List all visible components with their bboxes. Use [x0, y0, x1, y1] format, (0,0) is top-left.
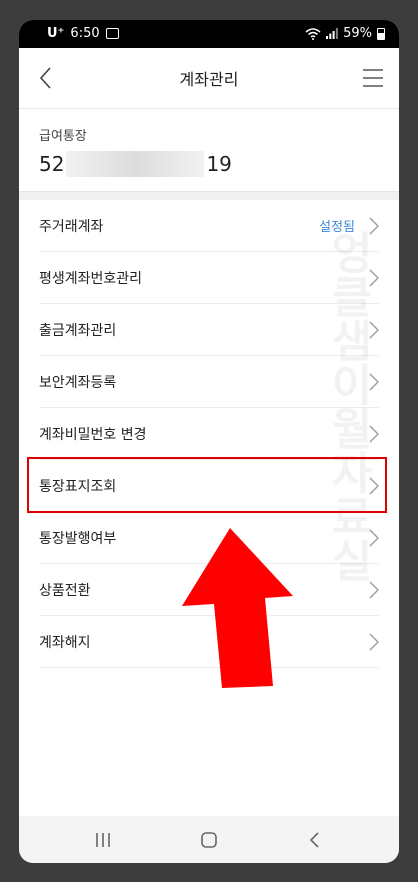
page-title: 계좌관리 [179, 70, 239, 89]
watermark: 엉클샘이월자료실 [322, 230, 373, 582]
wifi-icon [305, 27, 321, 40]
account-number-suffix: 19 [206, 152, 232, 176]
highlight-box [27, 457, 387, 513]
menu-item-label: 상품전환 [39, 583, 91, 599]
signal-icon [326, 28, 338, 39]
account-number-mask [66, 151, 205, 177]
gallery-notification-icon [105, 28, 119, 39]
chevron-right-icon [369, 633, 379, 651]
battery-icon [377, 27, 385, 40]
menu-item-label: 계좌비밀번호 변경 [39, 427, 147, 443]
account-number: 52 19 [39, 151, 232, 177]
hamburger-icon [363, 69, 383, 87]
home-icon[interactable] [197, 828, 221, 852]
menu-item-label: 보안계좌등록 [39, 375, 117, 391]
battery-percent: 59% [343, 26, 372, 41]
system-nav-bar [19, 816, 399, 863]
menu-item-label: 계좌해지 [39, 635, 91, 651]
menu-item-label: 주거래계좌 [39, 219, 104, 235]
menu-item-label: 통장발행여부 [39, 531, 117, 547]
account-name: 급여통장 [39, 129, 87, 144]
menu-button[interactable] [359, 64, 387, 92]
phone-screen: U⁺ 6:50 59% 계좌관리 급여통장 52 19 주거래계좌 설정됨 평생… [19, 20, 399, 863]
carrier-label: U⁺ [47, 26, 65, 41]
account-summary: 급여통장 52 19 [19, 109, 399, 191]
menu-item-label: 평생계좌번호관리 [39, 271, 143, 287]
back-nav-icon[interactable] [303, 828, 327, 852]
clock: 6:50 [70, 26, 100, 41]
section-divider [19, 191, 399, 200]
menu-item-label: 출금계좌관리 [39, 323, 117, 339]
account-number-prefix: 52 [39, 152, 65, 176]
app-header: 계좌관리 [19, 48, 399, 109]
arrow-up-icon [182, 528, 293, 688]
chevron-right-icon [369, 581, 379, 599]
status-bar: U⁺ 6:50 59% [19, 20, 399, 48]
recent-apps-icon[interactable] [91, 828, 115, 852]
